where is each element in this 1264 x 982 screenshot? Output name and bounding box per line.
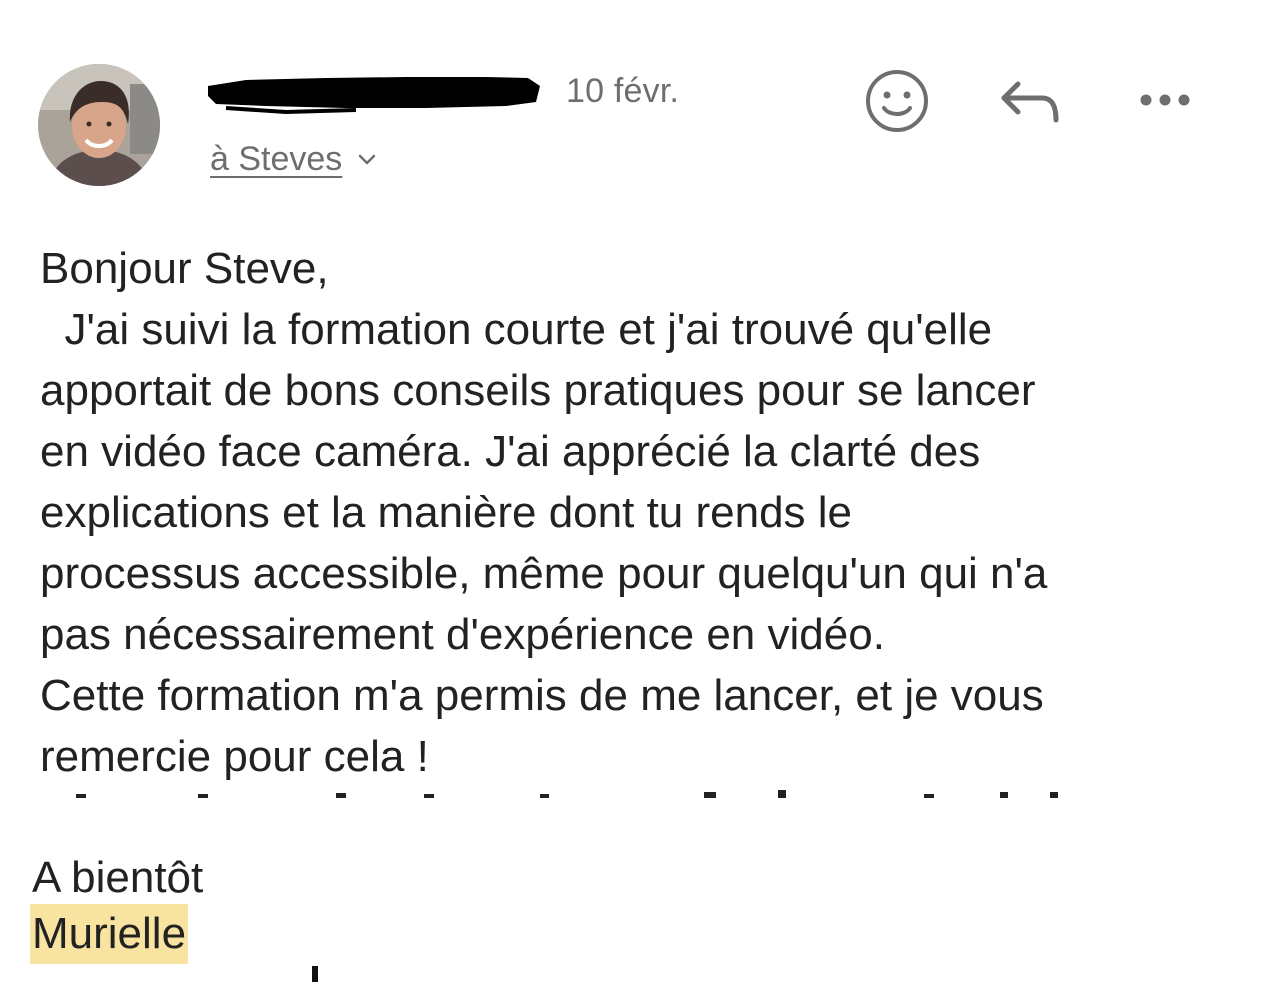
smiley-icon[interactable] xyxy=(864,68,930,134)
cropped-glyph xyxy=(312,966,318,982)
reply-arrow-icon[interactable] xyxy=(998,76,1064,126)
message-line: remercie pour cela ! xyxy=(40,732,429,781)
closing-text: A bientôt xyxy=(32,853,204,902)
recipient-label: à Steves xyxy=(210,140,343,178)
message-line: processus accessible, même pour quelqu'u… xyxy=(40,549,1048,598)
sender-avatar[interactable] xyxy=(38,64,160,186)
message-line: J'ai suivi la formation courte et j'ai t… xyxy=(40,305,993,354)
email-view: 10 févr. à Steves Bonjour Steve, J'ai su… xyxy=(0,0,1264,982)
message-line: explications et la manière dont tu rends… xyxy=(40,488,853,537)
message-body: Bonjour Steve, J'ai suivi la formation c… xyxy=(40,238,1240,787)
message-line: apportait de bons conseils pratiques pou… xyxy=(40,366,1036,415)
signature-name: Murielle xyxy=(30,904,189,964)
message-line: Bonjour Steve, xyxy=(40,244,329,293)
more-dots-icon[interactable] xyxy=(1136,86,1194,114)
recipient-toggle[interactable]: à Steves xyxy=(210,140,376,179)
chevron-down-icon xyxy=(359,154,376,164)
message-line: en vidéo face caméra. J'ai apprécié la c… xyxy=(40,427,981,476)
message-date: 10 févr. xyxy=(566,72,680,110)
avatar-photo xyxy=(38,64,160,186)
message-line: Cette formation m'a permis de me lancer,… xyxy=(40,671,1044,720)
cropped-text-line xyxy=(40,790,1070,798)
sender-name-redacted xyxy=(206,68,542,114)
message-line: pas nécessairement d'expérience en vidéo… xyxy=(40,610,885,659)
